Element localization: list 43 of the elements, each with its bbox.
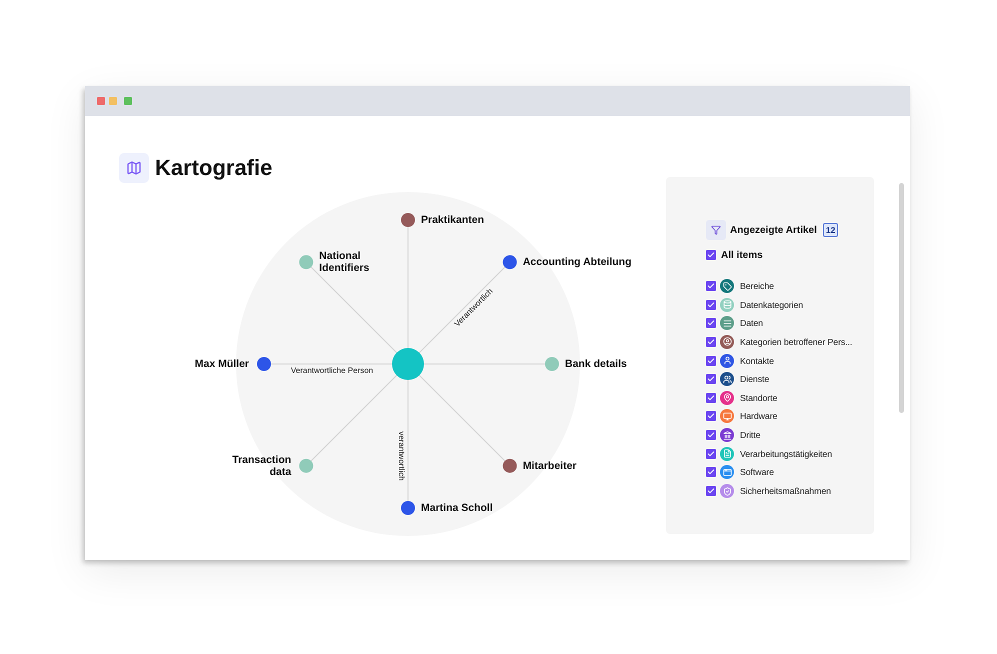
all-items-label: All items — [721, 250, 763, 260]
category-label: Standorte — [740, 392, 778, 403]
category-label: Kontakte — [740, 356, 774, 366]
category-label: Daten — [740, 318, 763, 328]
scrollbar-thumb[interactable] — [899, 183, 904, 413]
checkbox[interactable] — [706, 356, 716, 366]
checkbox[interactable] — [706, 318, 716, 328]
category-label: Hardware — [740, 411, 778, 422]
category-label: Kategorien betroffener Pers... — [740, 336, 852, 347]
node-label: Accounting Abteilung — [522, 256, 632, 268]
node-label: Bank details — [565, 358, 627, 370]
count-badge: 12 — [822, 223, 838, 237]
node-label: Praktikanten — [421, 214, 484, 226]
category-label: Dritte — [740, 430, 760, 440]
category-label: Verarbeitungstätigkeiten — [740, 448, 832, 459]
edge-label: Verantwortliche Person — [290, 366, 374, 376]
category-label: Datenkategorien — [740, 300, 804, 310]
checkbox[interactable] — [706, 281, 716, 291]
checkbox[interactable] — [706, 336, 716, 347]
checkbox[interactable] — [706, 411, 716, 422]
center-node — [392, 348, 424, 380]
node-label: Mitarbeiter — [522, 460, 576, 472]
filter-icon[interactable] — [706, 220, 726, 240]
category-label: Sicherheitsmaßnahmen — [740, 486, 831, 496]
node-label: Transaction data — [231, 454, 292, 478]
checkbox[interactable] — [706, 374, 716, 384]
checkbox[interactable] — [706, 467, 716, 478]
checkbox[interactable] — [706, 430, 716, 440]
page-title: Kartografie — [155, 154, 272, 182]
node-label: Max Müller — [194, 358, 249, 370]
checkbox[interactable] — [706, 250, 716, 260]
checkbox[interactable] — [706, 392, 716, 403]
category-label: Software — [740, 467, 774, 478]
node-label: Martina Scholl — [421, 502, 493, 514]
category-label: Bereiche — [740, 281, 774, 291]
checkbox[interactable] — [706, 300, 716, 310]
map-icon — [119, 153, 149, 183]
checkbox[interactable] — [706, 486, 716, 496]
checkbox[interactable] — [706, 448, 716, 459]
panel-title: Angezeigte Artikel — [730, 224, 817, 236]
edge-label: verantwortlich — [396, 431, 406, 481]
node-label: National Identifiers — [319, 250, 370, 274]
category-label: Dienste — [740, 374, 770, 384]
